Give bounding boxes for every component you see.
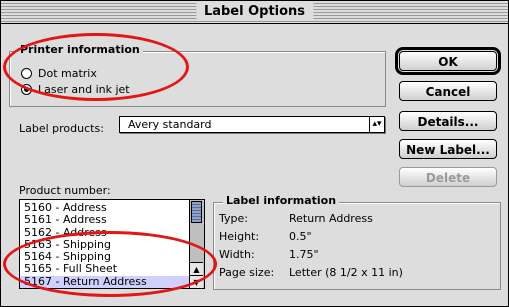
list-scrollbar[interactable]: ▲ ▼ [189, 200, 204, 288]
info-row-page-size: Page size: Letter (8 1/2 x 11 in) [219, 266, 403, 279]
radio-laser-ink-jet-label: Laser and ink jet [38, 83, 130, 96]
cancel-button[interactable]: Cancel [399, 81, 497, 101]
width-value: 1.75" [289, 248, 319, 261]
title-bar[interactable]: Label Options [1, 1, 508, 24]
info-row-type: Type: Return Address [219, 212, 373, 225]
height-value: 0.5" [289, 230, 312, 243]
list-item[interactable]: 5161 - Address [20, 213, 189, 226]
radio-button-icon [21, 68, 32, 79]
printer-information-title: Printer information [17, 43, 143, 56]
list-items: 5160 - Address 5161 - Address 5162 - Add… [20, 201, 189, 288]
radio-button-selected-icon [21, 84, 32, 95]
details-button[interactable]: Details... [399, 111, 497, 131]
width-label: Width: [219, 248, 255, 261]
label-products-select[interactable]: Avery standard ▴▾ [119, 116, 385, 133]
label-products-label: Label products: [19, 122, 104, 135]
radio-laser-ink-jet[interactable]: Laser and ink jet [21, 83, 130, 96]
page-size-label: Page size: [219, 266, 275, 279]
radio-dot-matrix[interactable]: Dot matrix [21, 67, 97, 80]
ok-button[interactable]: OK [395, 47, 501, 75]
label-products-value: Avery standard [128, 118, 212, 131]
updown-arrow-icon: ▴▾ [369, 117, 384, 132]
page-size-value: Letter (8 1/2 x 11 in) [289, 266, 403, 279]
product-number-list[interactable]: 5160 - Address 5161 - Address 5162 - Add… [19, 199, 205, 289]
type-value: Return Address [289, 212, 373, 225]
window-title: Label Options [195, 3, 314, 21]
height-label: Height: [219, 230, 260, 243]
info-row-width: Width: 1.75" [219, 248, 319, 261]
info-row-height: Height: 0.5" [219, 230, 312, 243]
list-item-selected[interactable]: 5167 - Return Address [20, 275, 189, 288]
type-label: Type: [219, 212, 248, 225]
radio-dot-matrix-label: Dot matrix [38, 67, 97, 80]
list-item[interactable]: 5165 - Full Sheet [20, 263, 189, 276]
product-number-label: Product number: [19, 184, 111, 197]
scroll-up-arrow-icon[interactable]: ▲ [190, 262, 203, 276]
label-options-dialog: Label Options Printer information Dot ma… [0, 0, 509, 307]
scroll-down-arrow-icon[interactable]: ▼ [190, 275, 203, 288]
label-information-title: Label information [223, 194, 340, 207]
delete-button: Delete [399, 167, 497, 187]
scroll-thumb[interactable] [191, 201, 202, 223]
new-label-button[interactable]: New Label... [399, 139, 497, 159]
